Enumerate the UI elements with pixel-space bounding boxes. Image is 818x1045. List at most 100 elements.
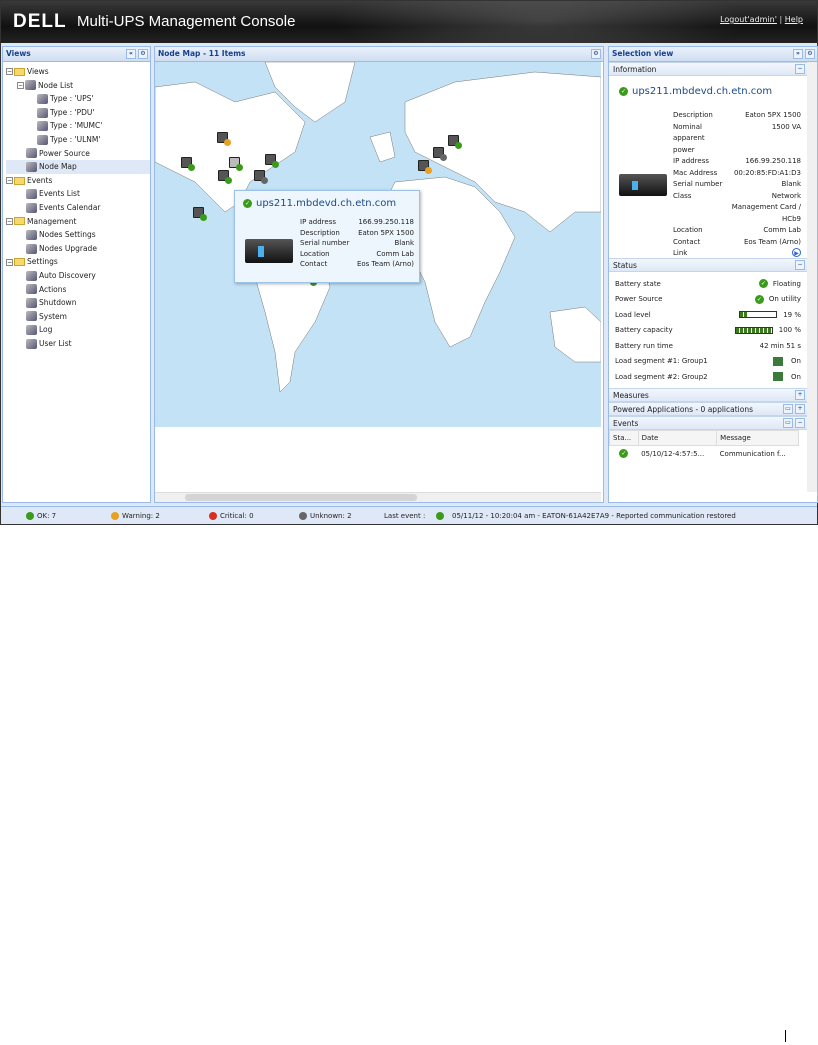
critical-count[interactable]: Critical: 0: [220, 512, 254, 520]
tree-item[interactable]: Auto Discovery: [6, 269, 150, 283]
collapse-toggle-icon[interactable]: −: [6, 177, 13, 185]
node-marker[interactable]: [433, 147, 447, 161]
tree-item[interactable]: − Events: [6, 174, 150, 188]
link-arrow-icon[interactable]: ▶: [792, 248, 801, 257]
collapse-toggle-icon[interactable]: −: [6, 258, 13, 266]
node-marker[interactable]: [418, 160, 432, 174]
collapse-events-button[interactable]: −: [795, 418, 805, 428]
node-icon: [26, 325, 37, 336]
node-icon: [26, 297, 37, 308]
maximize-button[interactable]: ▭: [783, 418, 793, 428]
column-header[interactable]: Sta...: [609, 430, 639, 446]
last-event-text[interactable]: 05/11/12 - 10:20:04 am - EATON-61A42E7A9…: [452, 512, 736, 520]
tree-item[interactable]: − Management: [6, 215, 150, 229]
detail-value: 166.99.250.118: [358, 218, 414, 226]
tree-item[interactable]: − Views: [6, 65, 150, 79]
ok-count[interactable]: OK: 7: [37, 512, 56, 520]
world-map[interactable]: ✓ ups211.mbdevd.ch.etn.com IP address 166.…: [155, 62, 601, 427]
information-title: Information: [613, 65, 657, 74]
level-bar: [739, 311, 778, 319]
tree-item[interactable]: − Settings: [6, 255, 150, 269]
collapse-status-button[interactable]: −: [795, 260, 805, 270]
detail-value: Blank: [394, 239, 414, 247]
status-row: Battery run time 42 min 51 s: [609, 338, 817, 354]
node-icon: [26, 243, 37, 254]
status-label: Battery state: [615, 279, 661, 288]
tree-item[interactable]: Type : 'MUMC': [6, 119, 150, 133]
detail-label: Contact: [300, 260, 328, 268]
node-marker[interactable]: [181, 157, 195, 171]
tree-item-label: User List: [39, 338, 72, 348]
tree-item[interactable]: Nodes Upgrade: [6, 242, 150, 256]
warning-count[interactable]: Warning: 2: [122, 512, 160, 520]
column-header[interactable]: Date: [637, 430, 718, 446]
column-header[interactable]: Message: [716, 430, 799, 446]
tree-item[interactable]: Log: [6, 323, 150, 337]
collapse-right-button[interactable]: »: [793, 49, 803, 59]
ok-status-icon: ✓: [754, 294, 764, 304]
tree-item-label: Views: [27, 67, 49, 76]
tree-item[interactable]: Events List: [6, 187, 150, 201]
detail-row: Location Comm Lab: [673, 225, 801, 237]
tree-item[interactable]: Actions: [6, 283, 150, 297]
unknown-count[interactable]: Unknown: 2: [310, 512, 352, 520]
node-icon: [26, 202, 37, 213]
node-marker[interactable]: [218, 170, 232, 184]
selection-view-panel: Selection view » ⚙ Information − ✓ ups211.…: [608, 46, 818, 503]
expand-measures-button[interactable]: +: [795, 390, 805, 400]
help-link[interactable]: Help: [785, 15, 803, 24]
collapse-toggle-icon[interactable]: −: [6, 217, 13, 225]
tree-item-label: Management: [27, 216, 77, 226]
detail-label: Mac Address: [673, 168, 718, 177]
detail-row: Contact Eos Team (Arno): [673, 237, 801, 249]
tree-item[interactable]: Type : 'UPS': [6, 92, 150, 106]
tree-item[interactable]: System: [6, 310, 150, 324]
node-marker[interactable]: [254, 170, 268, 184]
status-value: Floating: [772, 279, 801, 288]
vertical-scrollbar[interactable]: [807, 62, 817, 492]
collapse-information-button[interactable]: −: [795, 64, 805, 74]
node-marker[interactable]: [265, 154, 279, 168]
ok-status-icon: ✓: [758, 279, 768, 289]
node-icon: [37, 121, 48, 132]
tree-item[interactable]: Type : 'PDU': [6, 106, 150, 120]
measures-title[interactable]: Measures: [613, 391, 649, 400]
logout-link[interactable]: Logout'admin': [720, 15, 777, 24]
node-marker[interactable]: [229, 157, 243, 171]
collapse-left-button[interactable]: «: [126, 49, 136, 59]
collapse-toggle-icon[interactable]: −: [17, 81, 24, 89]
collapse-toggle-icon[interactable]: −: [6, 68, 13, 76]
node-marker[interactable]: [193, 207, 207, 221]
status-label: Load level: [615, 310, 651, 319]
panel-settings-button[interactable]: ⚙: [138, 49, 148, 59]
status-value: On utility: [768, 295, 801, 304]
tree-item[interactable]: Type : 'ULNM': [6, 133, 150, 147]
expand-powered-button[interactable]: +: [795, 404, 805, 414]
tree-item[interactable]: Shutdown: [6, 296, 150, 310]
status-value: 19 %: [783, 310, 801, 319]
tree-item[interactable]: User List: [6, 337, 150, 351]
detail-label: IP address: [673, 157, 710, 165]
maximize-button[interactable]: ▭: [783, 404, 793, 414]
tree-item[interactable]: Node Map: [6, 160, 150, 174]
detail-label: IP address: [300, 218, 337, 226]
horizontal-scrollbar[interactable]: [155, 492, 601, 502]
detail-row: IP address 166.99.250.118: [300, 217, 414, 228]
critical-icon: [209, 511, 217, 520]
level-bar: [734, 326, 773, 334]
tree-item-label: Type : 'PDU': [50, 107, 95, 117]
tree-item[interactable]: − Node List: [6, 79, 150, 93]
tree-item[interactable]: Events Calendar: [6, 201, 150, 215]
tree-item[interactable]: Nodes Settings: [6, 228, 150, 242]
views-title: Views: [6, 49, 31, 58]
detail-label: Location: [300, 249, 330, 258]
tree-item-label: Events Calendar: [39, 202, 101, 212]
panel-settings-button[interactable]: ⚙: [591, 49, 601, 59]
scrollbar-thumb[interactable]: [185, 494, 417, 501]
node-marker[interactable]: [217, 132, 231, 146]
table-row[interactable]: ✓ 05/10/12-4:57:5... Communication f...: [610, 446, 799, 462]
powered-applications-title[interactable]: Powered Applications - 0 applications: [613, 405, 753, 414]
panel-settings-button[interactable]: ⚙: [805, 49, 815, 59]
tree-item[interactable]: Power Source: [6, 147, 150, 161]
node-marker[interactable]: [448, 135, 462, 149]
